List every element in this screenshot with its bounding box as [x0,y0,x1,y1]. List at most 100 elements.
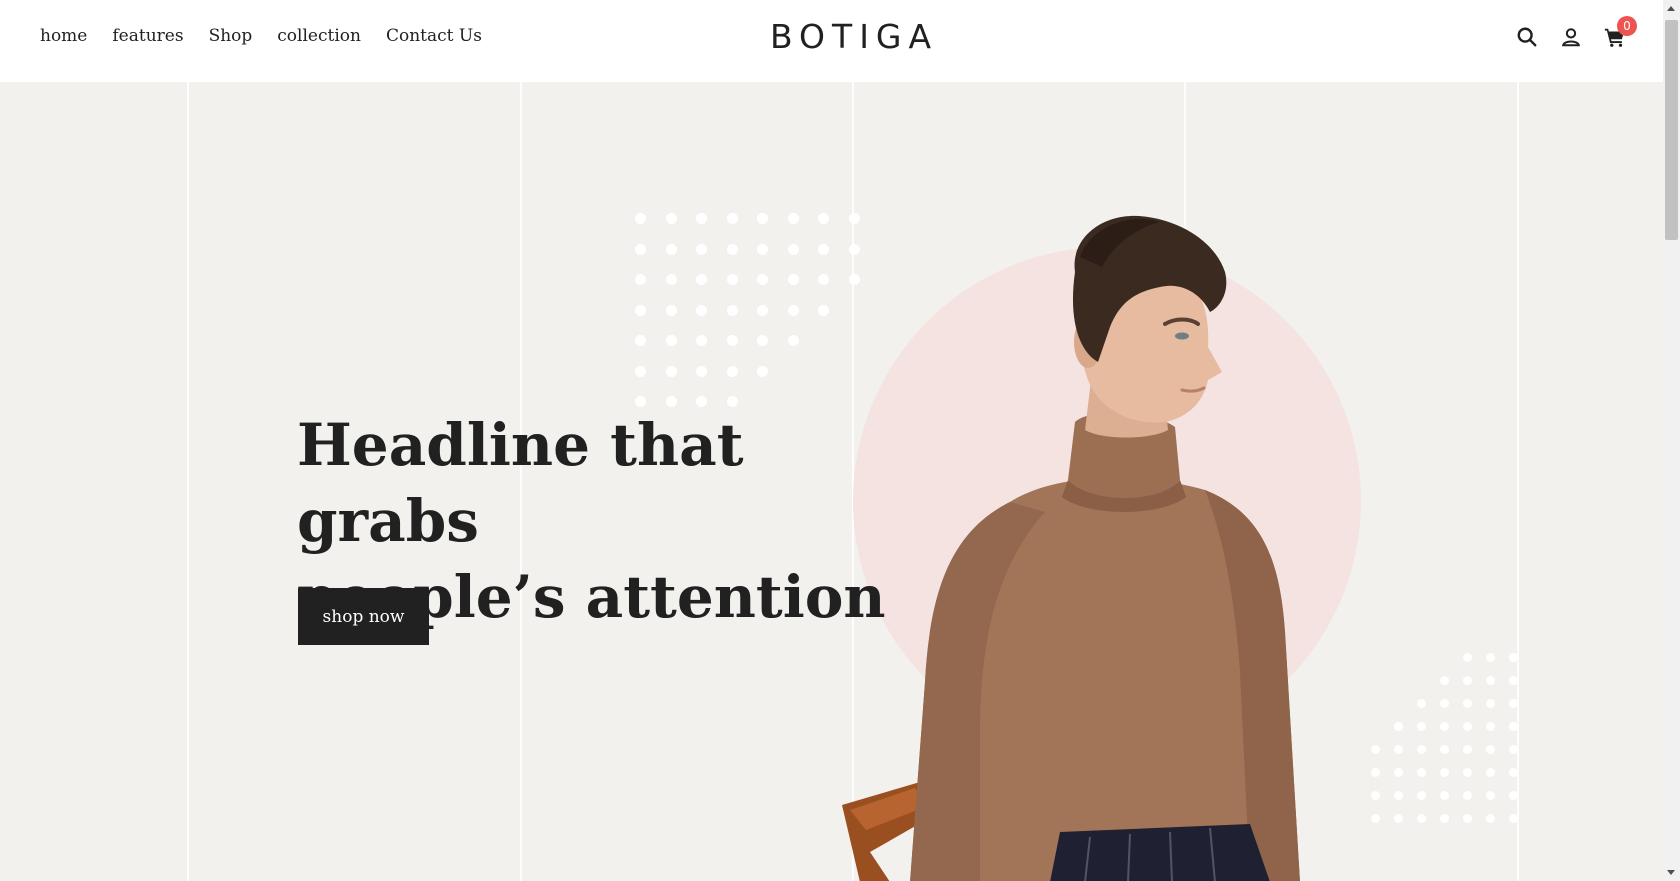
decorative-dot [1486,768,1495,777]
decorative-dot [1463,676,1472,685]
decorative-dot [1417,722,1426,731]
decorative-dot [1394,745,1403,754]
decorative-dot [1486,722,1495,731]
decorative-dot [635,213,646,224]
decorative-dot [726,396,738,407]
decorative-dot [665,213,677,224]
decorative-dot [726,304,738,316]
decorative-dot [726,213,738,224]
decorative-dot [1509,814,1518,823]
user-icon[interactable] [1560,26,1582,48]
site-header: home features Shop collection Contact Us… [0,0,1663,82]
nav-item-contact[interactable]: Contact Us [386,26,482,46]
decorative-dot [1440,814,1449,823]
decorative-dot [1486,699,1495,708]
decorative-dot [1417,814,1426,823]
cart-count-badge: 0 [1617,16,1637,36]
decorative-dot [1394,722,1403,731]
decorative-dot [1486,676,1495,685]
decorative-dot [787,213,799,224]
decorative-dot [818,243,829,255]
decorative-dot [696,365,707,377]
header-actions: 0 [1516,16,1637,48]
decorative-dot [1417,699,1426,708]
decorative-dot [1417,791,1426,800]
shop-now-button[interactable]: shop now [298,588,429,645]
hero-model-image [842,215,1300,881]
decorative-dot [1486,791,1495,800]
decorative-dot [757,365,768,377]
nav-item-shop[interactable]: Shop [209,26,253,46]
decorative-dot [1509,699,1518,708]
decorative-dot [757,304,768,316]
decorative-dot [1509,722,1518,731]
decorative-dot [726,365,738,377]
main-nav: home features Shop collection Contact Us [40,26,507,46]
search-icon[interactable] [1516,26,1538,48]
decorative-dot [665,335,677,346]
decorative-dot [1417,745,1426,754]
decorative-dot [1509,745,1518,754]
decorative-dot [696,396,707,407]
decorative-dot [665,365,677,377]
decorative-dot [635,396,646,407]
decorative-dot [818,304,829,316]
decorative-dot [1440,722,1449,731]
decorative-dot [787,335,799,346]
decorative-dot [696,243,707,255]
decorative-dot [635,365,646,377]
decorative-dot [1463,699,1472,708]
decorative-dot [787,304,799,316]
decorative-dot [1486,653,1495,662]
decorative-dot [1440,699,1449,708]
decorative-dot [726,243,738,255]
decorative-dot [726,335,738,346]
decorative-dot [757,274,768,285]
nav-item-collection[interactable]: collection [277,26,361,46]
decorative-dot [1440,745,1449,754]
decorative-dot [1509,791,1518,800]
decorative-dot [818,213,829,224]
decorative-dot [1486,814,1495,823]
decorative-dot [1463,791,1472,800]
decorative-dot [787,243,799,255]
decorative-dot [1463,653,1472,662]
decorative-dot [1440,676,1449,685]
decorative-dot [635,243,646,255]
decorative-dot [696,335,707,346]
decorative-dot [1463,814,1472,823]
decorative-dot [1509,653,1518,662]
decorative-dot [635,335,646,346]
decorative-dot [818,274,829,285]
decorative-dot [726,274,738,285]
decorative-dot [665,396,677,407]
decorative-dot [757,243,768,255]
nav-item-home[interactable]: home [40,26,87,46]
decorative-dot [696,274,707,285]
decorative-dot [787,274,799,285]
decorative-dot [1463,745,1472,754]
decorative-dot [1509,768,1518,777]
grid-line [1517,82,1519,881]
decorative-dot [1440,791,1449,800]
headline-line-1: Headline that grabs [297,411,744,555]
decorative-dot [757,213,768,224]
page-scrollbar[interactable] [1663,0,1680,881]
scroll-thumb[interactable] [1665,20,1678,240]
decorative-dot [665,304,677,316]
cart-icon[interactable]: 0 [1604,16,1637,48]
site-logo[interactable]: BOTIGA [770,17,935,56]
decorative-dot [757,335,768,346]
hero-section: Headline that grabs people’s attention s… [0,82,1663,881]
decorative-dot [696,213,707,224]
scroll-up-arrow[interactable] [1667,6,1675,11]
decorative-dot [1486,745,1495,754]
decorative-dot [1394,791,1403,800]
decorative-dot [1417,768,1426,777]
decorative-dot [665,243,677,255]
decorative-dot [696,304,707,316]
nav-item-features[interactable]: features [112,26,183,46]
decorative-dot [1463,722,1472,731]
decorative-dot [1440,768,1449,777]
scroll-down-arrow[interactable] [1667,870,1675,875]
